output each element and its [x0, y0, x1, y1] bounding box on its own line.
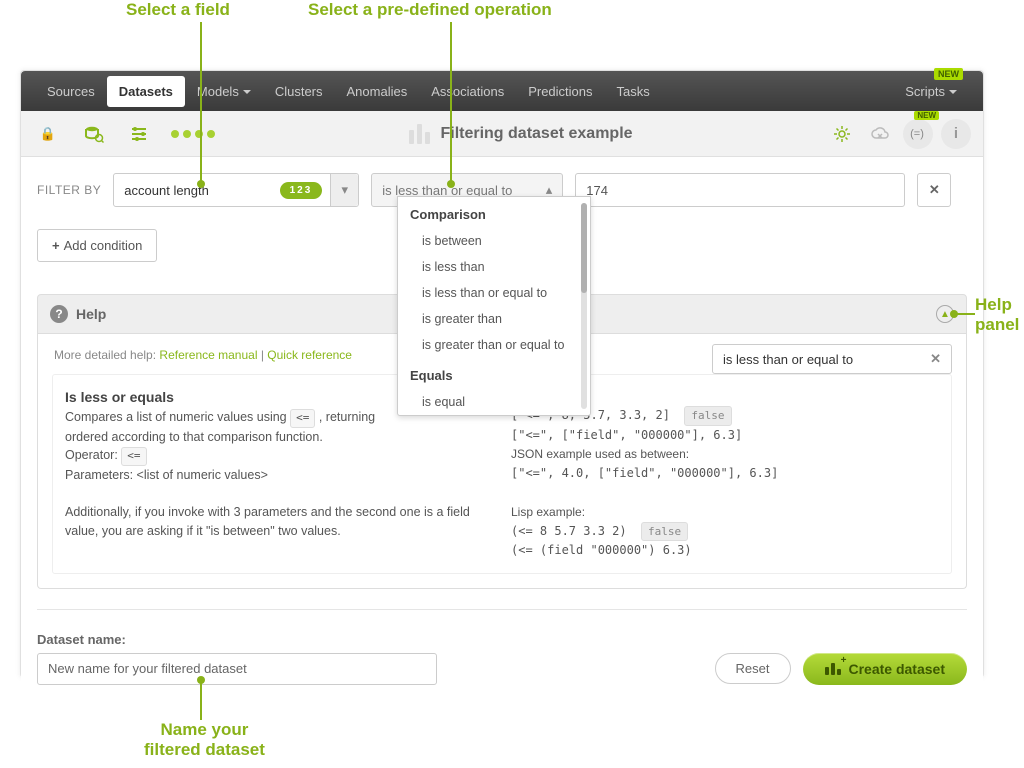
settings-icon[interactable] — [125, 119, 155, 149]
question-icon: ? — [50, 305, 68, 323]
nav-sources[interactable]: Sources — [35, 76, 107, 107]
code-chip: <= — [290, 409, 315, 428]
nav-models[interactable]: Models — [185, 76, 263, 107]
dataset-name-label: Dataset name: — [37, 632, 437, 647]
gear-icon[interactable] — [827, 119, 857, 149]
help-search-value: is less than or equal to — [723, 352, 853, 367]
nav-associations[interactable]: Associations — [419, 76, 516, 107]
annotation-text: filtered dataset — [144, 740, 265, 760]
code-line: JSON example used as between: — [511, 445, 939, 464]
quick-reference-link[interactable]: Quick reference — [267, 348, 352, 362]
dots-icon[interactable] — [171, 130, 215, 138]
db-icon[interactable] — [79, 119, 109, 149]
nav-datasets[interactable]: Datasets — [107, 76, 185, 107]
help-search: is less than or equal to ✕ — [712, 344, 952, 374]
scrollbar-thumb[interactable] — [581, 203, 587, 293]
filter-by-label: FILTER BY — [37, 183, 101, 197]
clear-icon[interactable]: ✕ — [930, 351, 941, 367]
help-text: Compares a list of numeric values using — [65, 410, 290, 424]
annotation-line — [450, 22, 452, 182]
chevron-down-icon: ▾ — [330, 174, 358, 206]
dropdown-group-title: Comparison — [398, 197, 590, 228]
help-title: Help — [76, 306, 106, 322]
chevron-down-icon — [243, 90, 251, 94]
annotation-line — [955, 313, 975, 315]
help-text: Parameters: <list of numeric values> — [65, 468, 268, 482]
dataset-name-row: Dataset name: Reset Create dataset — [37, 609, 967, 685]
false-chip: false — [684, 406, 731, 426]
annotation-dot — [197, 180, 205, 188]
help-text: Additionally, if you invoke with 3 param… — [65, 505, 470, 538]
value-input[interactable] — [575, 173, 905, 207]
clear-filter-button[interactable]: ✕ — [917, 173, 951, 207]
button-label: Create dataset — [849, 661, 946, 677]
page-title: Filtering dataset example — [215, 124, 827, 144]
nav-tasks[interactable]: Tasks — [605, 76, 662, 107]
toolbar-actions: (=) i — [827, 119, 971, 149]
plus-icon: + — [52, 238, 60, 253]
annotation-name-dataset: Name your filtered dataset — [144, 720, 265, 760]
chevron-down-icon — [949, 90, 957, 94]
code-line: (<= (field "000000") 6.3) — [511, 541, 939, 560]
annotation-help-panel: Help panel — [975, 295, 1024, 335]
annotation-text: Name your — [144, 720, 265, 740]
field-select[interactable]: account length 123 ▾ — [113, 173, 359, 207]
dropdown-option[interactable]: is less than or equal to — [398, 280, 590, 306]
dropdown-option[interactable]: is equal — [398, 389, 590, 415]
add-condition-button[interactable]: + Add condition — [37, 229, 157, 262]
operation-dropdown-panel: Comparison is between is less than is le… — [397, 196, 591, 416]
info-icon[interactable]: i — [941, 119, 971, 149]
nav-label: Scripts — [905, 84, 945, 99]
help-text: Operator: — [65, 448, 121, 462]
reference-manual-link[interactable]: Reference manual — [159, 348, 257, 362]
code-line: ["<=", ["field", "000000"], 6.3] — [511, 426, 939, 445]
annotation-select-field: Select a field — [126, 0, 230, 20]
dropdown-option[interactable]: is between — [398, 228, 590, 254]
equals-menu-icon[interactable]: (=) — [903, 119, 933, 149]
code-line: Lisp example: — [511, 503, 939, 522]
create-dataset-button[interactable]: Create dataset — [803, 653, 968, 685]
help-more-label: More detailed help: — [54, 348, 156, 362]
bars-plus-icon — [825, 663, 841, 675]
nav-label: Models — [197, 84, 239, 99]
nav-scripts[interactable]: Scripts NEW — [893, 76, 969, 107]
dataset-name-input[interactable] — [37, 653, 437, 685]
help-search-select[interactable]: is less than or equal to ✕ — [712, 344, 952, 374]
annotation-text: Help panel — [975, 295, 1019, 334]
button-label: Add condition — [64, 238, 143, 253]
field-type-badge: 123 — [280, 182, 323, 199]
nav-clusters[interactable]: Clusters — [263, 76, 335, 107]
footer-actions: Reset Create dataset — [715, 653, 967, 685]
code-line: ["<=", 4.0, ["field", "000000"], 6.3] — [511, 464, 939, 483]
cloud-icon[interactable] — [865, 119, 895, 149]
bars-icon — [409, 124, 430, 144]
nav-anomalies[interactable]: Anomalies — [335, 76, 420, 107]
help-heading: Is less or equals — [65, 389, 174, 405]
code-chip: <= — [121, 447, 146, 466]
title-text: Filtering dataset example — [440, 125, 632, 143]
scrollbar[interactable] — [581, 203, 587, 409]
annotation-line — [200, 680, 202, 720]
annotation-dot — [197, 676, 205, 684]
code-line: (<= 8 5.7 3.3 2) — [511, 524, 627, 538]
help-text: , returning — [319, 410, 375, 424]
top-nav: Sources Datasets Models Clusters Anomali… — [21, 71, 983, 111]
dataset-name-field: Dataset name: — [37, 632, 437, 685]
app-window: Sources Datasets Models Clusters Anomali… — [20, 70, 984, 678]
annotation-select-op: Select a pre-defined operation — [308, 0, 552, 20]
dropdown-option[interactable]: is less than — [398, 254, 590, 280]
annotation-dot — [447, 180, 455, 188]
lock-icon[interactable]: 🔒 — [33, 119, 63, 149]
dropdown-option[interactable]: is greater than or equal to — [398, 332, 590, 358]
toolbar: 🔒 Filtering dataset example (=) i — [21, 111, 983, 157]
reset-button[interactable]: Reset — [715, 653, 791, 684]
annotation-line — [200, 22, 202, 182]
nav-predictions[interactable]: Predictions — [516, 76, 604, 107]
new-badge: NEW — [934, 68, 963, 80]
annotation-dot — [950, 310, 958, 318]
false-chip: false — [641, 522, 688, 542]
dropdown-option[interactable]: is greater than — [398, 306, 590, 332]
dropdown-group-title: Equals — [398, 358, 590, 389]
help-text: ordered according to that comparison fun… — [65, 430, 323, 444]
